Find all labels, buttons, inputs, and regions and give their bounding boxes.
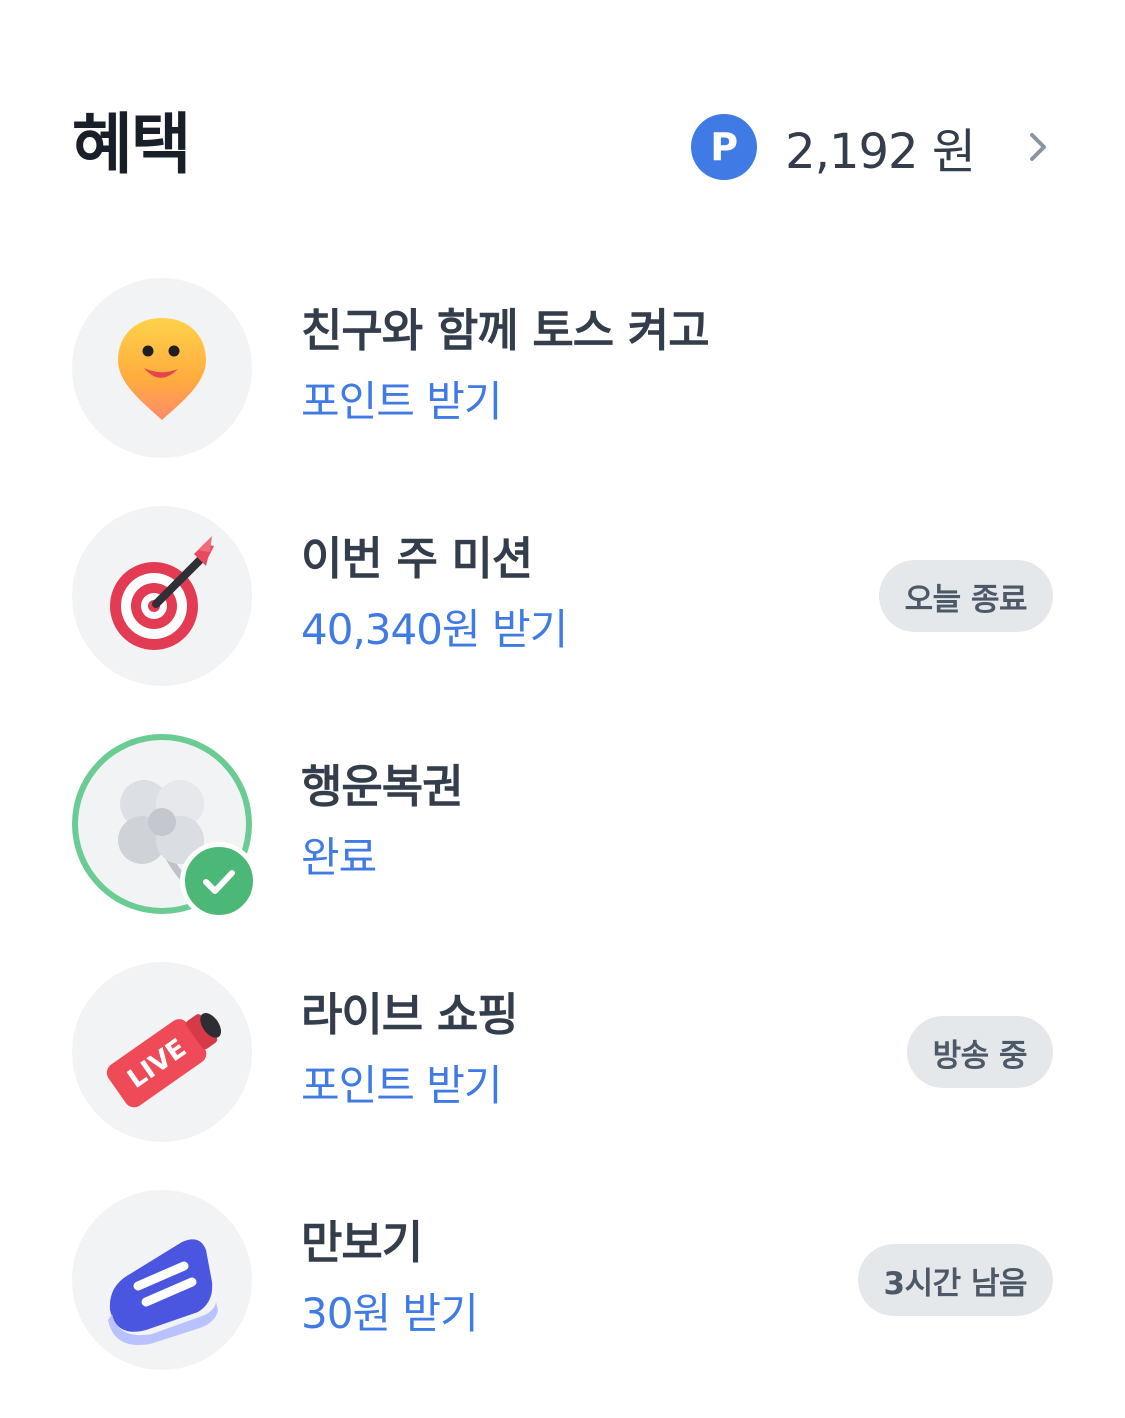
point-icon: P [691,114,758,180]
benefit-subtitle: 40,340원 받기 [301,605,568,654]
benefit-title: 친구와 함께 토스 켜고 [301,304,710,357]
benefit-subtitle: 완료 [301,833,377,882]
benefit-title: 행운복권 [301,760,464,813]
benefit-title: 만보기 [301,1216,423,1269]
benefit-row-pedometer[interactable]: 만보기 30원 받기 3시간 남음 [72,1190,1053,1370]
benefit-text: 행운복권 완료 [301,752,464,894]
benefit-row-weekly-mission[interactable]: 이번 주 미션 40,340원 받기 오늘 종료 [72,506,1053,686]
benefit-avatar: LIVE [72,962,252,1142]
status-badge: 오늘 종료 [878,560,1053,632]
benefits-list: 친구와 함께 토스 켜고 포인트 받기 이번 주 미션 40,340원 받기 오… [72,278,1053,1418]
benefit-subtitle: 포인트 받기 [301,1061,503,1110]
smiley-location-pin-icon [118,318,206,420]
benefit-row-lucky-lottery[interactable]: 행운복권 완료 [72,734,1053,920]
benefits-header: 혜택 P 2,192 원 [72,100,1053,195]
page-title: 혜택 [72,106,191,183]
benefit-text: 만보기 30원 받기 [301,1208,479,1350]
benefit-text: 라이브 쇼핑 포인트 받기 [301,980,519,1122]
points-balance-link[interactable]: P 2,192 원 [691,112,1053,182]
completed-check-icon [180,842,258,920]
live-megaphone-icon: LIVE [106,1013,222,1108]
benefit-text: 친구와 함께 토스 켜고 포인트 받기 [301,296,710,438]
status-badge: 3시간 남음 [857,1244,1053,1316]
sneaker-icon [108,1239,218,1345]
benefit-avatar [72,734,258,920]
benefit-subtitle: 포인트 받기 [301,377,503,426]
benefit-avatar [72,278,252,458]
benefit-subtitle: 30원 받기 [301,1289,479,1338]
benefit-avatar [72,1190,252,1370]
benefit-row-invite-friends[interactable]: 친구와 함께 토스 켜고 포인트 받기 [72,278,1053,458]
target-dart-icon [110,536,214,650]
points-amount: 2,192 원 [785,124,976,180]
benefit-text: 이번 주 미션 40,340원 받기 [301,524,568,666]
benefit-title: 이번 주 미션 [301,532,533,585]
benefit-title: 라이브 쇼핑 [301,988,519,1041]
status-badge: 방송 중 [906,1016,1053,1088]
chevron-right-icon [1030,133,1046,161]
benefit-avatar [72,506,252,686]
benefit-row-live-shopping[interactable]: LIVE 라이브 쇼핑 포인트 받기 방송 중 [72,962,1053,1142]
